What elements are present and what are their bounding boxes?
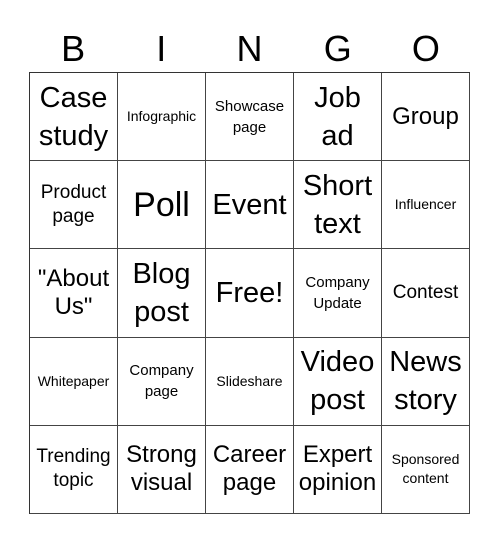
bingo-cell[interactable]: Case study [30,73,118,162]
bingo-cell-label: Job ad [314,81,361,152]
bingo-cell-label: Infographic [126,108,197,125]
bingo-grid: Case study Infographic Showcase page Job ad… [29,72,470,514]
header-letter-b: B [61,28,86,69]
bingo-cell[interactable]: Showcase page [206,73,294,162]
bingo-cell-label: Short text [302,169,373,240]
bingo-cell[interactable]: Expert opinion [294,425,382,514]
bingo-cell[interactable]: Job ad [294,73,382,162]
bingo-cell[interactable]: Strong visual [118,425,206,514]
header-letter-n: N [236,28,263,69]
bingo-cell[interactable]: Free! [206,249,294,338]
bingo-cell[interactable]: "About Us" [30,249,118,338]
bingo-cell[interactable]: Company Update [294,249,382,338]
header-letter-i: I [156,28,167,69]
bingo-cell-label: News story [389,346,462,417]
bingo-cell[interactable]: Whitepaper [30,337,118,426]
bingo-cell-label: "About Us" [37,264,110,320]
bingo-cell[interactable]: Product page [30,161,118,250]
bingo-cell-label: Expert opinion [298,441,377,497]
bingo-cell[interactable]: Group [382,73,470,162]
bingo-cell-label: Slideshare [216,372,283,389]
bingo-cell-label: Free! [215,276,284,309]
header-letter-g: G [323,28,352,69]
bingo-header: B I N G O [29,26,470,72]
bingo-cell-label: Poll [133,185,190,224]
bingo-cell-label: Strong visual [126,441,197,497]
header-letter-o: O [411,28,440,69]
bingo-cell[interactable]: Video post [294,337,382,426]
bingo-cell-label: Showcase page [214,97,285,136]
bingo-cell[interactable]: News story [382,337,470,426]
bingo-cell[interactable]: Trending topic [30,425,118,514]
bingo-cell-label: Blog post [132,257,191,328]
bingo-cell[interactable]: Contest [382,249,470,338]
bingo-cell[interactable]: Influencer [382,161,470,250]
bingo-cell[interactable]: Slideshare [206,337,294,426]
bingo-cell-label: Case study [38,81,109,152]
bingo-cell-label: Group [392,102,459,130]
bingo-cell-label: Whitepaper [37,372,110,389]
bingo-cell-label: Video post [300,346,375,417]
bingo-cell-label: Product page [40,181,107,227]
bingo-cell-label: Career page [212,441,287,497]
bingo-cell[interactable]: Career page [206,425,294,514]
bingo-cell[interactable]: Short text [294,161,382,250]
bingo-cell-label: Event [212,188,287,221]
bingo-cell-label: Sponsored content [391,451,460,487]
bingo-cell[interactable]: Poll [118,161,206,250]
bingo-cell[interactable]: Sponsored content [382,425,470,514]
bingo-cell-label: Company page [129,362,194,401]
bingo-cell[interactable]: Company page [118,337,206,426]
bingo-cell-label: Company Update [305,273,370,312]
bingo-cell[interactable]: Blog post [118,249,206,338]
bingo-cell-label: Contest [392,281,459,303]
bingo-cell[interactable]: Infographic [118,73,206,162]
bingo-cell-label: Influencer [394,196,457,213]
bingo-cell[interactable]: Event [206,161,294,250]
bingo-cell-label: Trending topic [36,446,111,492]
